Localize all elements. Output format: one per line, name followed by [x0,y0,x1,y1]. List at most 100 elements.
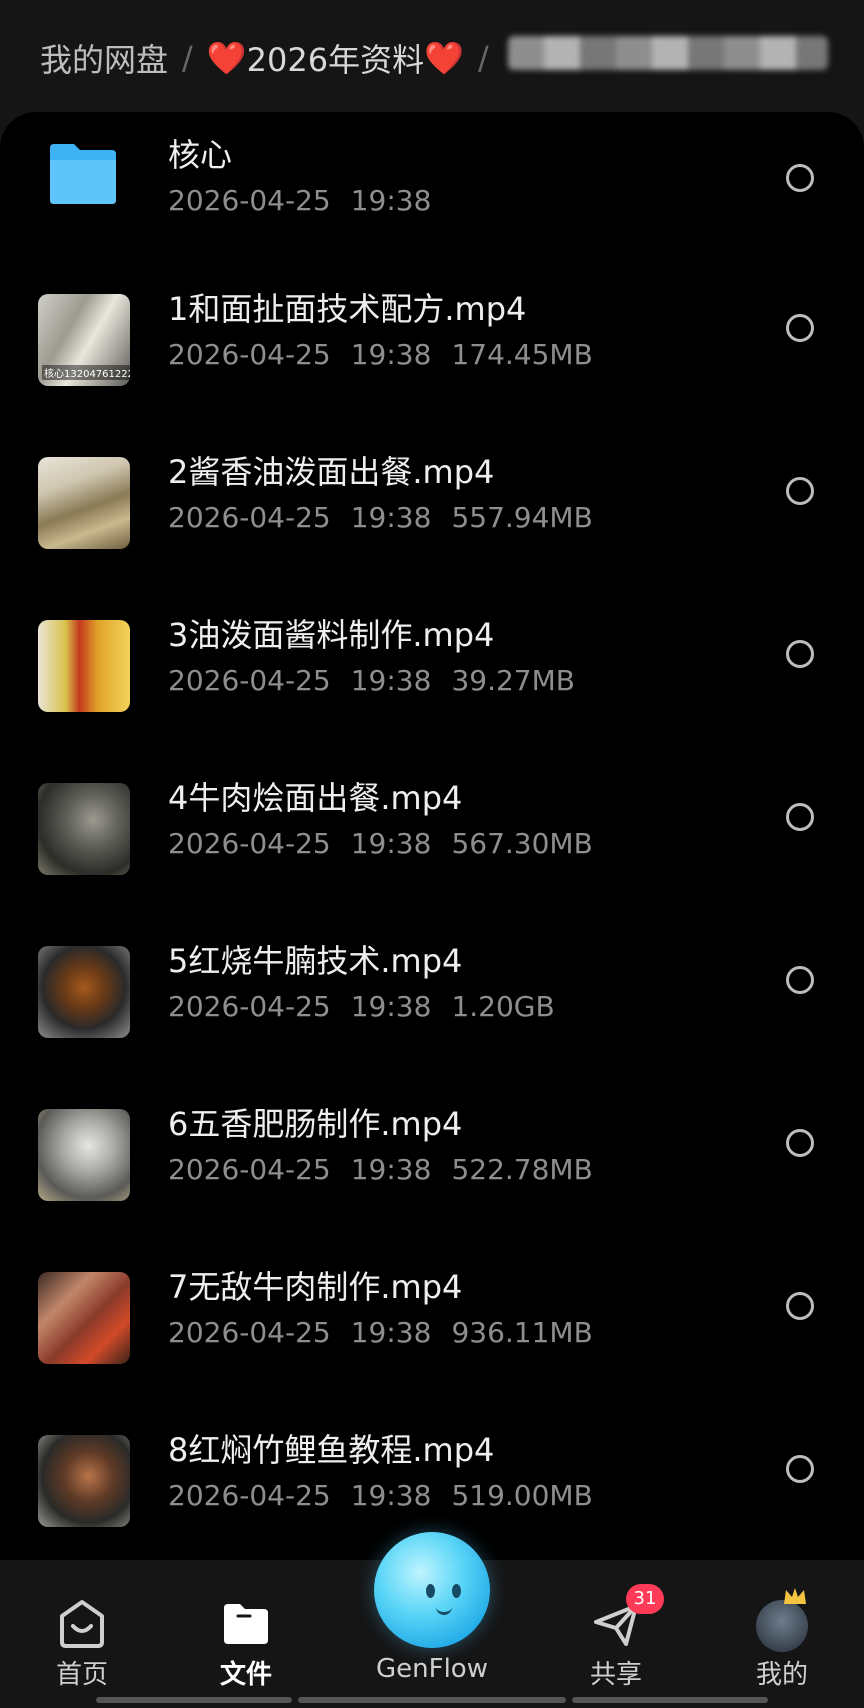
file-meta: 2026-04-25 19:38 519.00MB [168,1479,593,1512]
file-name: 7无敌牛肉制作.mp4 [168,1268,463,1306]
heart-icon: ❤️ [206,39,247,77]
file-date: 2026-04-25 [168,664,331,697]
video-thumbnail [38,620,130,712]
breadcrumb-separator: / [477,39,489,77]
file-date: 2026-04-25 [168,184,331,217]
breadcrumb-folder[interactable]: 2026年资料 [247,35,424,81]
list-item[interactable]: 4牛肉烩面出餐.mp4 2026-04-25 19:38 567.30MB [0,751,864,914]
avatar [756,1600,808,1652]
list-item[interactable]: 2酱香油泼面出餐.mp4 2026-04-25 19:38 557.94MB [0,425,864,588]
file-size: 557.94MB [451,501,593,534]
file-date: 2026-04-25 [168,338,331,371]
file-time: 19:38 [350,338,432,371]
file-name: 核心 [168,136,233,174]
eye-icon [426,1584,435,1598]
file-list: 核心 2026-04-25 19:38 核心13204761222 1和面扯面技术… [0,112,864,1592]
genflow-button[interactable] [374,1532,490,1648]
file-time: 19:38 [350,827,432,860]
file-name: 1和面扯面技术配方.mp4 [168,290,527,328]
select-radio[interactable] [786,803,814,831]
breadcrumb-root[interactable]: 我的网盘 [40,35,168,81]
file-date: 2026-04-25 [168,501,331,534]
file-date: 2026-04-25 [168,1153,331,1186]
heart-icon: ❤️ [424,39,464,77]
tab-label: 文件 [219,1660,272,1690]
file-size: 519.00MB [451,1479,593,1512]
tab-me[interactable]: 我的 [722,1560,842,1708]
tab-share[interactable]: 31 共享 [556,1560,676,1708]
video-thumbnail [38,457,130,549]
notification-badge: 31 [626,1584,664,1614]
folder-icon [224,1604,268,1644]
file-date: 2026-04-25 [168,1316,331,1349]
blurred-breadcrumb [508,36,828,70]
file-size: 567.30MB [451,827,593,860]
file-name: 4牛肉烩面出餐.mp4 [168,779,463,817]
folder-icon [50,144,116,204]
breadcrumb-separator: / [182,39,193,77]
file-time: 19:38 [350,1316,432,1349]
video-thumbnail [38,783,130,875]
file-size: 39.27MB [451,664,575,697]
eye-icon [452,1584,461,1598]
file-meta: 2026-04-25 19:38 522.78MB [168,1153,593,1186]
tab-files[interactable]: 文件 [186,1560,306,1708]
select-radio[interactable] [786,314,814,342]
file-time: 19:38 [350,1479,432,1512]
file-meta: 2026-04-25 19:38 567.30MB [168,827,593,860]
file-date: 2026-04-25 [168,1479,331,1512]
file-meta: 2026-04-25 19:38 174.45MB [168,338,593,371]
video-thumbnail [38,1272,130,1364]
file-meta: 2026-04-25 19:38 557.94MB [168,501,593,534]
file-name: 5红烧牛腩技术.mp4 [168,942,463,980]
file-name: 6五香肥肠制作.mp4 [168,1105,463,1143]
file-time: 19:38 [350,501,432,534]
select-radio[interactable] [786,640,814,668]
file-meta: 2026-04-25 19:38 39.27MB [168,664,575,697]
video-thumbnail: 核心13204761222 [38,294,130,386]
genflow-label: GenFlow [376,1654,488,1684]
tab-home[interactable]: 首页 [22,1560,142,1708]
file-date: 2026-04-25 [168,990,331,1023]
list-item[interactable]: 核心13204761222 1和面扯面技术配方.mp4 2026-04-25 19… [0,262,864,425]
file-time: 19:38 [350,184,432,217]
list-item[interactable]: 7无敌牛肉制作.mp4 2026-04-25 19:38 936.11MB [0,1240,864,1403]
list-item[interactable]: 核心 2026-04-25 19:38 [0,112,864,275]
select-radio[interactable] [786,1292,814,1320]
select-radio[interactable] [786,164,814,192]
tab-label: 首页 [55,1660,108,1690]
video-thumbnail [38,1435,130,1527]
mouth-icon [436,1604,452,1615]
file-meta: 2026-04-25 19:38 1.20GB [168,990,555,1023]
file-name: 8红焖竹鲤鱼教程.mp4 [168,1431,495,1469]
gesture-bar [572,1697,768,1703]
thumbnail-watermark: 核心13204761222 [42,365,130,380]
select-radio[interactable] [786,966,814,994]
file-size: 174.45MB [451,338,593,371]
home-icon [60,1600,104,1648]
file-date: 2026-04-25 [168,827,331,860]
crown-icon [784,1588,806,1604]
file-size: 936.11MB [451,1316,593,1349]
select-radio[interactable] [786,1455,814,1483]
file-meta: 2026-04-25 19:38 [168,184,431,217]
file-time: 19:38 [350,664,432,697]
tab-label: 我的 [755,1660,808,1690]
file-time: 19:38 [350,1153,432,1186]
list-item[interactable]: 3油泼面酱料制作.mp4 2026-04-25 19:38 39.27MB [0,588,864,751]
file-time: 19:38 [350,990,432,1023]
gesture-bar [298,1697,566,1703]
file-size: 522.78MB [451,1153,593,1186]
file-meta: 2026-04-25 19:38 936.11MB [168,1316,593,1349]
video-thumbnail [38,1109,130,1201]
video-thumbnail [38,946,130,1038]
file-name: 3油泼面酱料制作.mp4 [168,616,495,654]
select-radio[interactable] [786,1129,814,1157]
list-item[interactable]: 6五香肥肠制作.mp4 2026-04-25 19:38 522.78MB [0,1077,864,1240]
file-size: 1.20GB [451,990,555,1023]
list-item[interactable]: 5红烧牛腩技术.mp4 2026-04-25 19:38 1.20GB [0,914,864,1077]
breadcrumb: 我的网盘 / ❤️ 2026年资料 ❤️ / [40,30,503,86]
select-radio[interactable] [786,477,814,505]
gesture-bar [96,1697,292,1703]
file-name: 2酱香油泼面出餐.mp4 [168,453,495,491]
